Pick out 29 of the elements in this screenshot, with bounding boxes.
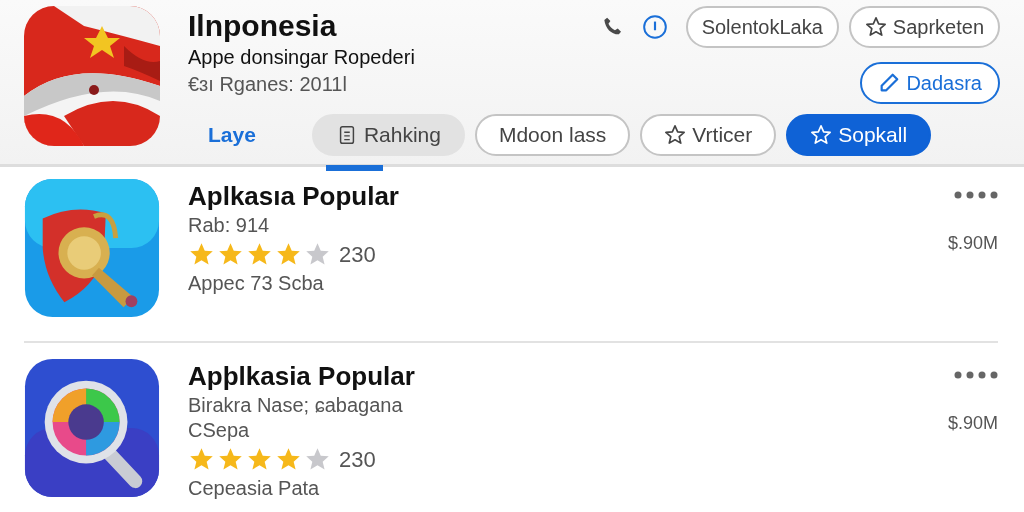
more-icon[interactable]	[954, 191, 998, 199]
app-subtitle: Appe donsingar Ropederi	[188, 45, 415, 70]
app-price: $.90M	[947, 233, 998, 254]
app-name: Aplkasıa Popular	[188, 180, 400, 213]
pencil-icon	[878, 72, 901, 94]
star-icon	[664, 124, 687, 146]
more-icon[interactable]	[954, 371, 998, 379]
star-icon	[810, 124, 833, 146]
app-price: $.90M	[947, 413, 998, 434]
edit-button[interactable]: Dadasra	[860, 62, 1000, 104]
app-title: Ilnponesia	[188, 8, 338, 44]
star-icon	[864, 16, 887, 38]
tab[interactable]: Laye	[188, 114, 302, 156]
header-button[interactable]: Saprketen	[848, 6, 1000, 48]
app-meta: €ɜı Rganes: 2011l	[188, 72, 348, 97]
app-detail: Cepeasia Pata	[188, 476, 321, 501]
tab[interactable]: Vrticer	[640, 114, 777, 156]
info-icon[interactable]	[641, 14, 668, 40]
tab[interactable]: Mdoon lass	[474, 114, 631, 156]
app-name: Apþlkasia Popular	[188, 360, 416, 393]
tab-underline	[325, 165, 383, 171]
rating-count: 230	[339, 241, 376, 268]
app-detail: Appec 73 Scba	[188, 271, 325, 296]
tab[interactable]: Sopkall	[786, 114, 932, 156]
rating-count: 230	[339, 446, 376, 473]
app-detail: CSepa	[188, 418, 251, 443]
app-detail: Rab: 914	[188, 213, 271, 238]
header-button[interactable]: SolentokLaka	[685, 6, 839, 48]
app-detail: Birakra Nase; ɕabagana	[188, 393, 404, 418]
